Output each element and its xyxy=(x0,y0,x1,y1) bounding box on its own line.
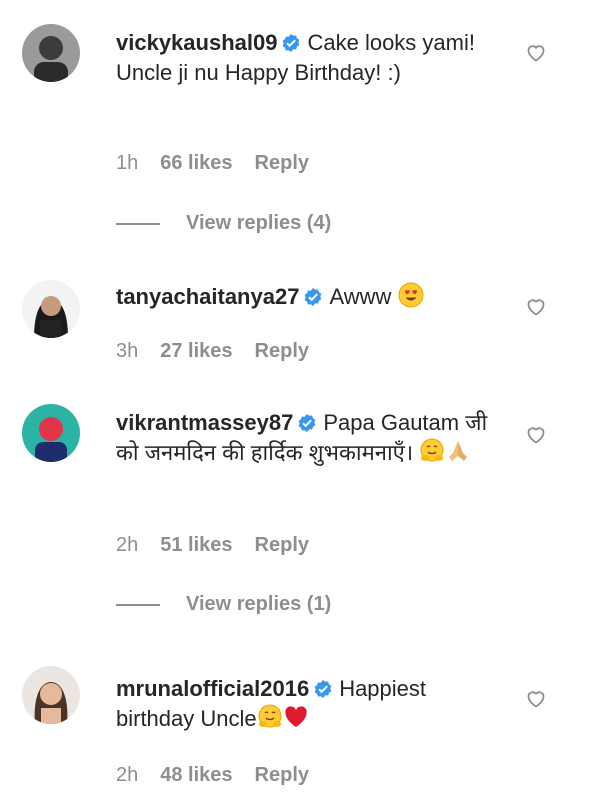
smiling-hug-emoji xyxy=(257,704,283,730)
reply-button[interactable]: Reply xyxy=(255,764,309,786)
smiling-hug-emoji xyxy=(419,438,445,464)
comment-time: 2h xyxy=(116,534,139,556)
username[interactable]: tanyachaitanya27 xyxy=(116,284,299,309)
comment-text: tanyachaitanya27 Awww xyxy=(116,282,506,312)
view-replies-button[interactable]: View replies (4) xyxy=(116,212,331,235)
heart-outline-icon[interactable] xyxy=(524,422,548,446)
heart-outline-icon[interactable] xyxy=(524,294,548,318)
divider-line xyxy=(116,222,160,225)
reply-button[interactable]: Reply xyxy=(255,152,309,174)
comment-message: Awww xyxy=(329,284,392,309)
verified-badge-icon xyxy=(313,679,333,699)
verified-badge-icon xyxy=(281,33,301,53)
heart-outline-icon[interactable] xyxy=(524,686,548,710)
username[interactable]: vikrantmassey87 xyxy=(116,410,293,435)
username[interactable]: vickykaushal09 xyxy=(116,30,277,55)
avatar[interactable] xyxy=(22,404,80,462)
comment-meta: 2h 48 likes Reply xyxy=(116,764,331,787)
heart-outline-icon[interactable] xyxy=(524,40,548,64)
username[interactable]: mrunalofficial2016 xyxy=(116,676,309,701)
comment-time: 3h xyxy=(116,340,139,362)
comment-text: mrunalofficial2016 Happiest birthday Uncl… xyxy=(116,674,506,734)
avatar[interactable] xyxy=(22,24,80,82)
reply-button[interactable]: Reply xyxy=(255,340,309,362)
comment-meta: 1h 66 likes Reply xyxy=(116,152,331,175)
likes-count[interactable]: 51 likes xyxy=(160,534,232,556)
comment-meta: 3h 27 likes Reply xyxy=(116,340,331,363)
likes-count[interactable]: 27 likes xyxy=(160,340,232,362)
likes-count[interactable]: 66 likes xyxy=(160,152,232,174)
view-replies-label: View replies (4) xyxy=(186,212,332,234)
avatar[interactable] xyxy=(22,666,80,724)
comment-time: 1h xyxy=(116,152,139,174)
verified-badge-icon xyxy=(303,287,323,307)
view-replies-label: View replies (1) xyxy=(186,593,332,615)
likes-count[interactable]: 48 likes xyxy=(160,764,232,786)
reply-button[interactable]: Reply xyxy=(255,534,309,556)
divider-line xyxy=(116,603,160,606)
verified-badge-icon xyxy=(297,413,317,433)
avatar[interactable] xyxy=(22,280,80,338)
heart-eyes-emoji xyxy=(398,282,424,308)
comment-text: vikrantmassey87 Papa Gautam जी को जनमदिन … xyxy=(116,408,506,468)
comment-meta: 2h 51 likes Reply xyxy=(116,534,331,557)
comment-text: vickykaushal09 Cake looks yami! Uncle ji … xyxy=(116,28,506,88)
comment-time: 2h xyxy=(116,764,139,786)
red-heart-emoji xyxy=(283,704,309,730)
folded-hands-emoji xyxy=(445,438,471,464)
view-replies-button[interactable]: View replies (1) xyxy=(116,593,331,616)
